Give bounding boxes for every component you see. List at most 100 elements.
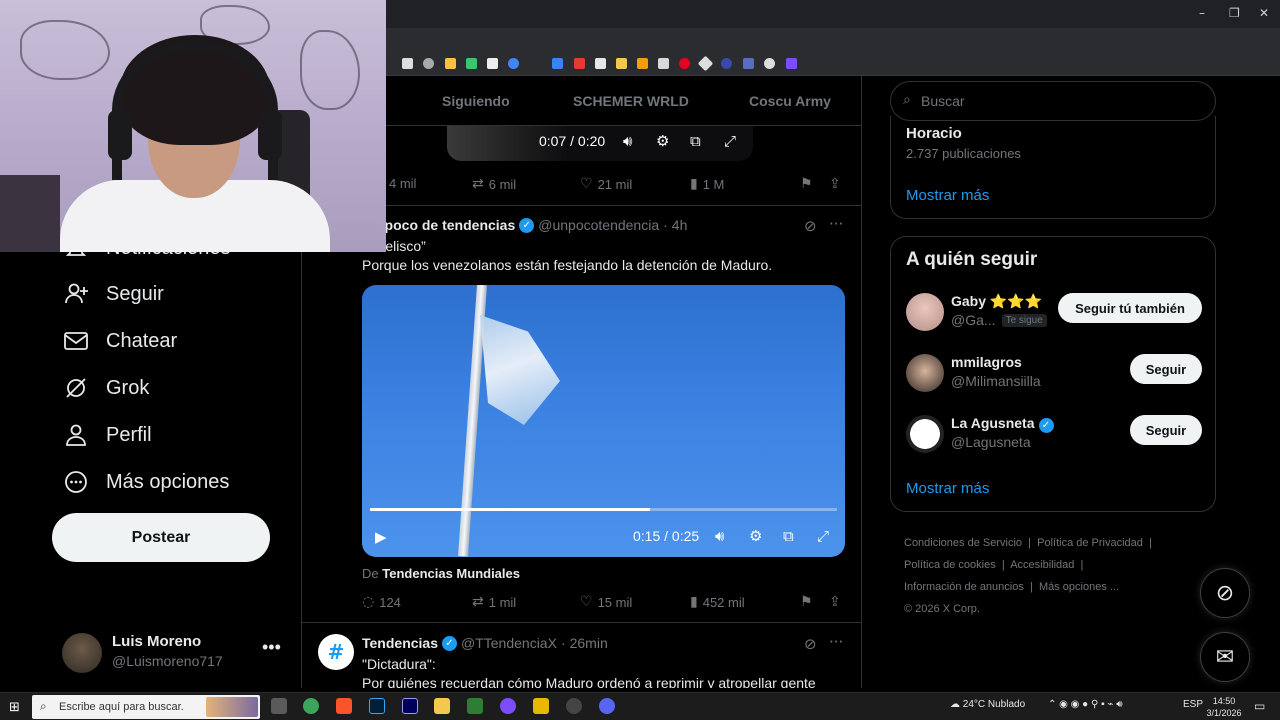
minimize-icon[interactable]: – <box>1199 6 1205 20</box>
tab-following[interactable]: Siguiendo <box>442 93 510 109</box>
follow-button[interactable]: Seguir <box>1130 354 1202 384</box>
bookmark-icon[interactable] <box>679 58 690 69</box>
tab-coscu-army[interactable]: Coscu Army <box>749 93 831 109</box>
grok-floating-button[interactable]: ⊘ <box>1200 568 1250 618</box>
volume-icon[interactable]: 🔊︎ <box>715 527 724 545</box>
bookmark-icon[interactable] <box>721 58 732 69</box>
like-button[interactable]: ♡ 21 mil <box>580 176 632 192</box>
volume-icon[interactable]: 🔊︎ <box>623 132 632 150</box>
video-progress[interactable] <box>370 508 837 511</box>
bookmark-icon[interactable] <box>423 58 434 69</box>
trend-name[interactable]: Horacio <box>906 125 962 142</box>
nav-item-profile[interactable]: Perfil <box>62 417 152 453</box>
bookmark-icon[interactable] <box>445 58 456 69</box>
bookmark-icon[interactable] <box>743 58 754 69</box>
app-icon[interactable] <box>467 698 483 714</box>
author-handle[interactable]: @TTendenciaX <box>461 635 557 651</box>
bookmark-icon[interactable] <box>574 58 585 69</box>
restore-icon[interactable]: ❐ <box>1229 6 1240 20</box>
footer-link[interactable]: Condiciones de Servicio <box>904 537 1022 549</box>
pip-icon[interactable]: ⧉ <box>783 527 794 545</box>
reply-button[interactable]: 4 mil <box>389 176 416 191</box>
bookmark-icon[interactable] <box>402 58 413 69</box>
grok-icon[interactable]: ⊘ <box>804 635 817 653</box>
footer-link[interactable]: Accesibilidad <box>1010 559 1074 571</box>
premiere-icon[interactable] <box>402 698 418 714</box>
more-icon[interactable]: ··· <box>829 215 843 233</box>
app-icon[interactable] <box>500 698 516 714</box>
grok-icon[interactable]: ⊘ <box>804 217 817 235</box>
bookmark-icon[interactable] <box>764 58 775 69</box>
views-button[interactable]: ▮ 1 M <box>690 176 724 192</box>
weather-widget[interactable]: ☁ 24°C Nublado <box>950 699 1025 710</box>
source-name[interactable]: Tendencias Mundiales <box>382 566 520 581</box>
share-button[interactable]: ⇪ <box>829 594 841 610</box>
follow-suggestion[interactable]: Gaby ⭐⭐⭐ @Ga... Te sigue Seguir tú tambié… <box>906 293 1206 333</box>
file-explorer-icon[interactable] <box>434 698 450 714</box>
bookmark-button[interactable]: ⚑ <box>800 594 813 610</box>
messages-floating-button[interactable]: ✉ <box>1200 632 1250 682</box>
search-box[interactable]: ⌕ <box>890 81 1216 121</box>
play-icon[interactable]: ▶ <box>375 528 387 546</box>
notifications-icon[interactable]: ▭ <box>1254 699 1265 713</box>
bookmark-icon[interactable] <box>658 58 669 69</box>
taskbar-search[interactable]: ⌕ Escribe aquí para buscar. <box>32 695 260 719</box>
nav-item-chat[interactable]: Chatear <box>62 323 177 359</box>
follow-back-button[interactable]: Seguir tú también <box>1058 293 1202 323</box>
more-icon[interactable]: ••• <box>262 637 281 658</box>
bookmark-icon[interactable] <box>487 58 498 69</box>
bookmark-icon[interactable] <box>637 58 648 69</box>
show-more-link[interactable]: Mostrar más <box>906 480 989 497</box>
discord-icon[interactable] <box>599 698 615 714</box>
author-handle[interactable]: @unpocotendencia <box>538 217 659 233</box>
nav-item-follow[interactable]: Seguir <box>62 276 164 312</box>
bookmark-icon[interactable] <box>786 58 797 69</box>
repost-button[interactable]: ⇄ 6 mil <box>472 176 516 192</box>
copilot-icon[interactable] <box>303 698 319 714</box>
close-icon[interactable]: ✕ <box>1259 6 1269 20</box>
task-view-icon[interactable] <box>271 698 287 714</box>
show-more-link[interactable]: Mostrar más <box>906 187 989 204</box>
video-source[interactable]: De Tendencias Mundiales <box>362 566 520 581</box>
bookmark-icon[interactable] <box>595 58 606 69</box>
footer-link[interactable]: Política de cookies <box>904 559 996 571</box>
brave-icon[interactable] <box>336 698 352 714</box>
views-button[interactable]: ▮ 452 mil <box>690 594 745 610</box>
fullscreen-icon[interactable]: ⤢ <box>724 132 736 150</box>
follow-suggestion[interactable]: mmilagros @Milimansiilla Seguir <box>906 354 1206 394</box>
nav-item-more-options[interactable]: Más opciones <box>62 464 229 500</box>
timestamp[interactable]: 4h <box>672 217 688 233</box>
bookmark-icon[interactable] <box>552 58 563 69</box>
follow-button[interactable]: Seguir <box>1130 415 1202 445</box>
search-input[interactable] <box>921 90 1201 112</box>
avatar[interactable]: # <box>318 634 354 670</box>
reply-button[interactable]: ◌ 124 <box>362 594 401 610</box>
pip-icon[interactable]: ⧉ <box>690 132 701 150</box>
bookmark-button[interactable]: ⚑ <box>800 176 813 192</box>
photoshop-icon[interactable] <box>369 698 385 714</box>
obs-icon[interactable] <box>566 698 582 714</box>
post-button[interactable]: Postear <box>52 513 270 562</box>
settings-icon[interactable]: ⚙ <box>656 132 669 150</box>
settings-icon[interactable]: ⚙ <box>749 527 762 545</box>
author-name[interactable]: Tendencias <box>362 635 438 651</box>
video-player[interactable]: ▶ 0:15 / 0:25 🔊︎ ⚙ ⧉ ⤢ <box>362 285 845 557</box>
fullscreen-icon[interactable]: ⤢ <box>817 527 829 545</box>
share-button[interactable]: ⇪ <box>829 176 841 192</box>
app-icon[interactable] <box>533 698 549 714</box>
repost-button[interactable]: ⇄ 1 mil <box>472 594 516 610</box>
bookmark-icon[interactable] <box>508 58 519 69</box>
footer-link[interactable]: Información de anuncios <box>904 581 1024 593</box>
follow-suggestion[interactable]: La Agusneta ✓ @Lagusneta Seguir <box>906 415 1206 455</box>
bookmark-icon[interactable] <box>616 58 627 69</box>
tab-schemer-wrld[interactable]: SCHEMER WRLD <box>573 93 689 109</box>
tray-icons[interactable]: ⌃ ◉ ◉ ● ⚲ ▪ ⌁ 🔊︎ <box>1048 699 1123 710</box>
timestamp[interactable]: 26min <box>570 635 608 651</box>
language-indicator[interactable]: ESP <box>1183 699 1203 710</box>
nav-item-grok[interactable]: Grok <box>62 370 149 406</box>
footer-link[interactable]: Política de Privacidad <box>1037 537 1143 549</box>
clock[interactable]: 14:50 3/1/2026 <box>1204 695 1244 719</box>
more-icon[interactable]: ··· <box>829 633 843 651</box>
footer-link[interactable]: Más opciones ... <box>1039 581 1119 593</box>
windows-start-icon[interactable]: ⊞ <box>9 700 20 715</box>
